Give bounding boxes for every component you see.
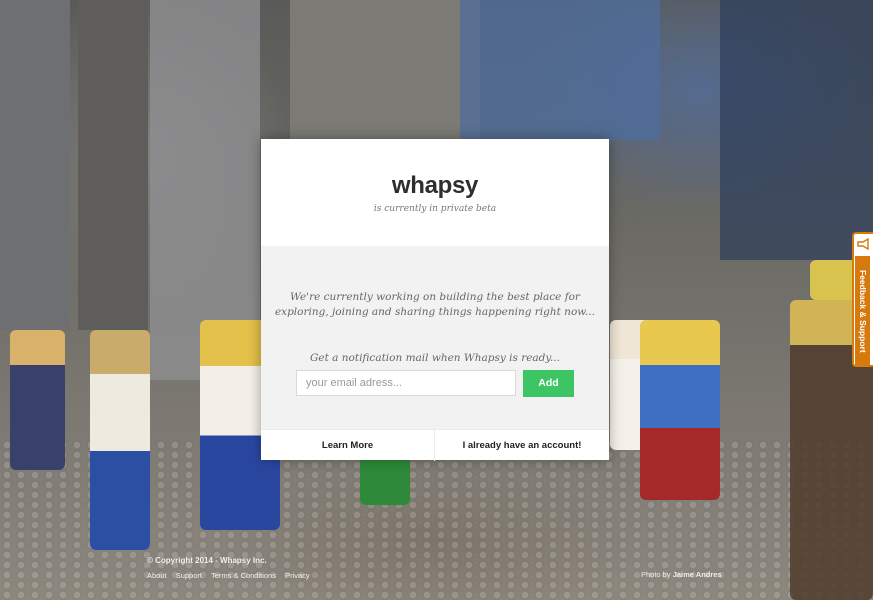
feedback-label: Feedback & Support	[855, 256, 870, 366]
have-account-button[interactable]: I already have an account!	[434, 430, 609, 461]
feedback-tab[interactable]: Feedback & Support	[852, 232, 873, 367]
photo-credit: Photo by Jaime Andres	[641, 570, 722, 579]
notify-prompt: Get a notification mail when Whapsy is r…	[310, 352, 560, 364]
email-input[interactable]	[296, 370, 516, 396]
photo-credit-prefix: Photo by	[641, 570, 671, 579]
intro-line-2: exploring, joining and sharing things ha…	[274, 306, 596, 318]
signup-card: whapsy is currently in private beta We'r…	[261, 139, 609, 461]
card-header: whapsy is currently in private beta	[261, 139, 609, 246]
footer-link-privacy[interactable]: Privacy	[285, 571, 310, 580]
learn-more-button[interactable]: Learn More	[261, 430, 434, 461]
copyright-text: © Copyright 2014 - Whapsy Inc.	[147, 556, 267, 565]
footer-link-terms[interactable]: Terms & Conditions	[211, 571, 276, 580]
page-footer: © Copyright 2014 - Whapsy Inc. About Sup…	[147, 556, 317, 580]
megaphone-icon	[857, 237, 870, 251]
card-actions: Learn More I already have an account!	[261, 429, 609, 461]
brand-logo: whapsy	[391, 172, 479, 199]
footer-link-about[interactable]: About	[147, 571, 167, 580]
footer-link-support[interactable]: Support	[176, 571, 202, 580]
add-button[interactable]: Add	[523, 370, 574, 397]
photo-credit-link[interactable]: Jaime Andres	[673, 570, 722, 579]
intro-line-1: We're currently working on building the …	[290, 291, 580, 303]
intro-text: We're currently working on building the …	[261, 246, 609, 320]
footer-links: About Support Terms & Conditions Privacy	[147, 571, 317, 580]
signup-form: Add	[296, 370, 574, 397]
card-body: We're currently working on building the …	[261, 246, 609, 429]
brand-tagline: is currently in private beta	[373, 204, 497, 214]
